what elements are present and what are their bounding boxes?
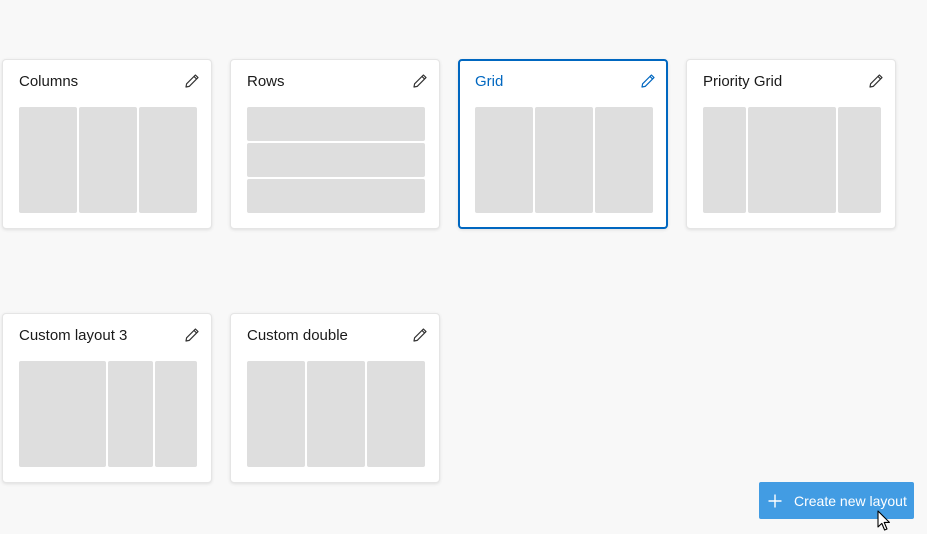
- layout-preview: [247, 107, 425, 213]
- layout-preview: [19, 107, 197, 213]
- layout-card-custom-double[interactable]: Custom double: [230, 313, 440, 483]
- layout-title: Priority Grid: [703, 73, 783, 90]
- pencil-icon[interactable]: [183, 72, 201, 90]
- layout-card-columns[interactable]: Columns: [2, 59, 212, 229]
- layout-title: Custom layout 3: [19, 327, 128, 344]
- plus-icon: [768, 494, 782, 507]
- create-new-layout-button[interactable]: Create new layout: [759, 482, 914, 519]
- zone: [247, 179, 425, 213]
- pencil-icon[interactable]: [867, 72, 885, 90]
- pencil-icon[interactable]: [183, 326, 201, 344]
- layout-card-custom-layout-3[interactable]: Custom layout 3: [2, 313, 212, 483]
- layout-title: Custom double: [247, 327, 348, 344]
- layout-card-grid[interactable]: Grid: [458, 59, 668, 229]
- layout-preview: [703, 107, 881, 213]
- layout-preview: [19, 361, 197, 467]
- pencil-icon[interactable]: [411, 72, 429, 90]
- layout-title: Grid: [475, 73, 504, 90]
- layout-editor: Columns Rows Grid Priority Grid Custom l…: [0, 0, 927, 534]
- zone: [838, 107, 881, 213]
- layout-card-rows[interactable]: Rows: [230, 59, 440, 229]
- pencil-icon[interactable]: [411, 326, 429, 344]
- layout-card-priority-grid[interactable]: Priority Grid: [686, 59, 896, 229]
- zone: [475, 107, 533, 213]
- layout-preview: [475, 107, 653, 213]
- zone: [19, 361, 106, 467]
- zone: [535, 107, 593, 213]
- zone: [703, 107, 746, 213]
- layout-title: Rows: [247, 73, 285, 90]
- zone: [247, 361, 305, 467]
- zone: [108, 361, 153, 467]
- zone: [247, 107, 425, 141]
- zone: [595, 107, 653, 213]
- zone: [247, 143, 425, 177]
- pencil-icon[interactable]: [639, 72, 657, 90]
- zone: [155, 361, 197, 467]
- layout-title: Columns: [19, 73, 79, 90]
- zone: [19, 107, 77, 213]
- zone: [139, 107, 197, 213]
- zone: [748, 107, 836, 213]
- zone: [307, 361, 365, 467]
- layout-preview: [247, 361, 425, 467]
- create-new-layout-label: Create new layout: [794, 492, 907, 509]
- zone: [79, 107, 137, 213]
- zone: [367, 361, 425, 467]
